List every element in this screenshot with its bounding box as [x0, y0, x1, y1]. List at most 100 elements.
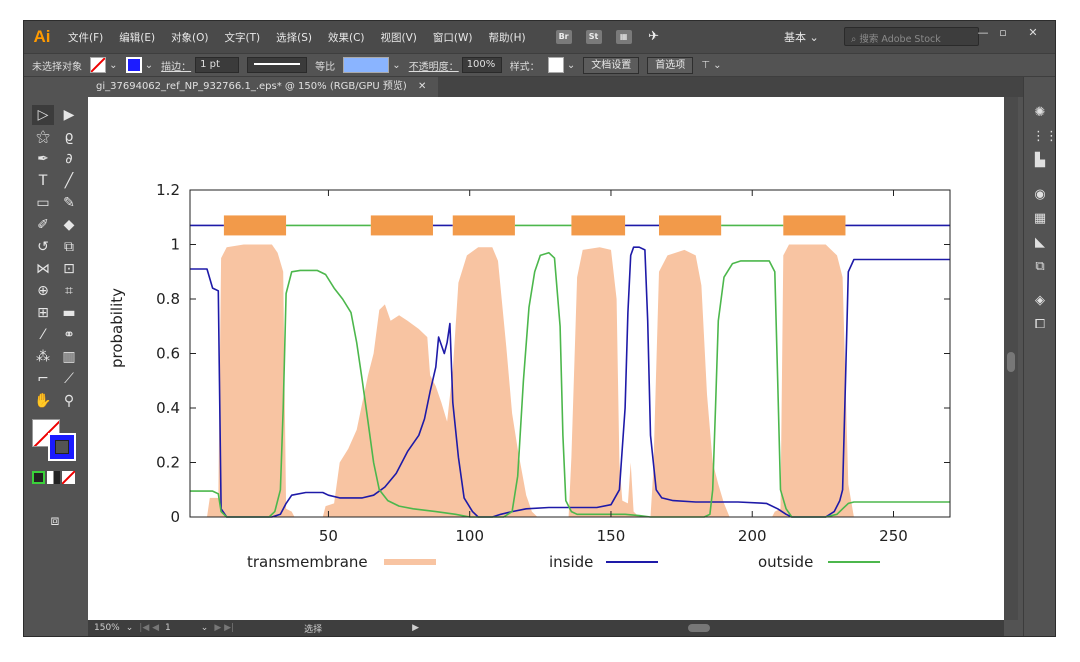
close-tab-icon[interactable]: ✕: [418, 81, 426, 92]
scale-tool-icon[interactable]: ⧉: [58, 237, 80, 257]
shaper-tool-icon[interactable]: ✐: [32, 215, 54, 235]
illustrator-window: Ai 文件(F) 编辑(E) 对象(O) 文字(T) 选择(S) 效果(C) 视…: [23, 20, 1056, 637]
variable-width-dropdown[interactable]: [247, 57, 308, 73]
stock-icon[interactable]: St: [585, 30, 602, 44]
first-artboard-icon[interactable]: |◀ ◀: [139, 623, 159, 633]
topology-segment-11: [783, 215, 846, 236]
transform-panel-icon[interactable]: ⧉: [1032, 259, 1048, 275]
preferences-button[interactable]: 首选项: [647, 56, 694, 74]
stock-search-input[interactable]: ⌕ 搜索 Adobe Stock: [844, 27, 979, 46]
brushes-panel-icon[interactable]: ▦: [1032, 211, 1048, 227]
mesh-tool-icon[interactable]: ⊞: [32, 303, 54, 323]
zoom-dropdown-icon[interactable]: ⌄: [126, 623, 134, 633]
eraser-tool-icon[interactable]: ◆: [58, 215, 80, 235]
x-tick-label-1: 100: [455, 527, 484, 545]
blend-tool-icon[interactable]: ⚭: [58, 325, 80, 345]
rectangle-tool-icon[interactable]: ▭: [32, 193, 54, 213]
menu-file[interactable]: 文件(F): [60, 30, 111, 45]
status-menu-icon[interactable]: ▶: [412, 623, 419, 633]
stroke-swatch[interactable]: ⌄: [125, 57, 153, 73]
x-tick-label-2: 150: [597, 527, 626, 545]
brush-style-swatches[interactable]: ⌄: [343, 57, 401, 73]
y-axis-label: probability: [108, 288, 126, 368]
workspace-switcher[interactable]: 基本 ⌄: [784, 29, 819, 45]
selection-tool-icon[interactable]: ▷: [32, 105, 54, 125]
menu-object[interactable]: 对象(O): [163, 30, 216, 45]
menu-type[interactable]: 文字(T): [217, 30, 269, 45]
gpu-performance-icon[interactable]: ✈: [646, 30, 662, 44]
slice-tool-icon[interactable]: ⟋: [58, 369, 80, 389]
appearance-panel-icon[interactable]: ◣: [1032, 235, 1048, 251]
paintbrush-tool-icon[interactable]: ✎: [58, 193, 80, 213]
y-tick-label-4: 0.8: [156, 290, 180, 308]
plot-area: 0 0.2 0.4 0.6 0.8 1 1.2 50 100 150 200 250: [156, 181, 951, 545]
document-tab[interactable]: gi_37694062_ref_NP_932766.1_.eps* @ 150%…: [88, 77, 439, 97]
menu-edit[interactable]: 编辑(E): [111, 30, 163, 45]
document-setup-button[interactable]: 文档设置: [583, 56, 640, 74]
menu-view[interactable]: 视图(V): [373, 30, 425, 45]
y-tick-label-0: 0: [170, 508, 180, 526]
artboard-number[interactable]: 1: [165, 623, 171, 633]
menu-effect[interactable]: 效果(C): [320, 30, 373, 45]
curvature-tool-icon[interactable]: ∂: [58, 149, 80, 169]
lasso-tool-icon[interactable]: ϱ: [58, 127, 80, 147]
vertical-scrollbar-thumb[interactable]: [1007, 352, 1015, 372]
perspective-grid-tool-icon[interactable]: ⌗: [58, 281, 80, 301]
layers-panel-icon[interactable]: ◈: [1032, 293, 1048, 309]
artboard-tool-icon[interactable]: ⌐: [32, 369, 54, 389]
column-graph-tool-icon[interactable]: ▥: [58, 347, 80, 367]
symbol-sprayer-tool-icon[interactable]: ⁂: [32, 347, 54, 367]
free-transform-tool-icon[interactable]: ⊡: [58, 259, 80, 279]
artboard-dropdown-icon[interactable]: ⌄: [201, 623, 209, 633]
ai-logo: Ai: [33, 27, 51, 46]
chart-legend: transmembrane inside outside: [247, 553, 880, 571]
color-panel-icon[interactable]: ✺: [1032, 105, 1048, 121]
legend-label-inside: inside: [549, 553, 593, 571]
color-guide-panel-icon[interactable]: ◉: [1032, 187, 1048, 203]
panel-dock: ✺ ⋮⋮ ▙ ◉ ▦ ◣ ⧉ ◈ ⧠: [1023, 77, 1055, 636]
eyedropper-tool-icon[interactable]: ⁄: [32, 325, 54, 345]
zoom-tool-icon[interactable]: ⚲: [58, 391, 80, 411]
swatches-panel-icon[interactable]: ⋮⋮: [1032, 129, 1055, 145]
hand-tool-icon[interactable]: ✋: [32, 391, 54, 411]
direct-selection-tool-icon[interactable]: ▶: [58, 105, 80, 125]
vertical-scrollbar[interactable]: [1004, 97, 1018, 620]
gradient-tool-icon[interactable]: ▬: [58, 303, 80, 323]
y-tick-label-5: 1: [170, 236, 180, 254]
line-tool-icon[interactable]: ╱: [58, 171, 80, 191]
style-label: 样式：: [509, 61, 540, 73]
screen-mode-icon[interactable]: ⧈: [44, 511, 66, 531]
opacity-field[interactable]: 100%: [461, 57, 502, 73]
bridge-icon[interactable]: Br: [555, 30, 572, 44]
horizontal-scrollbar[interactable]: [423, 623, 963, 633]
menu-help[interactable]: 帮助(H): [481, 30, 534, 45]
brush-profile-label[interactable]: 等比: [315, 58, 335, 73]
arrange-documents-icon[interactable]: ▦: [615, 30, 632, 44]
pen-tool-icon[interactable]: ✒: [32, 149, 54, 169]
align-panel-icon[interactable]: ▙: [1032, 153, 1048, 169]
fill-stroke-widget[interactable]: [32, 419, 76, 463]
y-tick-label-1: 0.2: [156, 454, 180, 472]
magic-wand-tool-icon[interactable]: ⚝: [32, 127, 54, 147]
style-swatch[interactable]: ⌄: [547, 57, 575, 73]
stock-search-placeholder: 搜索 Adobe Stock: [859, 34, 941, 45]
type-tool-icon[interactable]: T: [32, 171, 54, 191]
artboard-canvas[interactable]: 0 0.2 0.4 0.6 0.8 1 1.2 50 100 150 200 250 probabil…: [88, 97, 1004, 620]
draw-modes[interactable]: [32, 470, 82, 485]
stroke-weight-field[interactable]: 1 pt: [195, 57, 240, 73]
legend-label-outside: outside: [758, 553, 813, 571]
rotate-tool-icon[interactable]: ↺: [32, 237, 54, 257]
zoom-level[interactable]: 150%: [94, 623, 120, 633]
artboards-panel-icon[interactable]: ⧠: [1032, 317, 1048, 333]
align-options-icon[interactable]: ⊤ ⌄: [701, 60, 721, 71]
menu-select[interactable]: 选择(S): [268, 30, 320, 45]
shape-builder-tool-icon[interactable]: ⊕: [32, 281, 54, 301]
close-window-icon[interactable]: ✕: [1020, 24, 1046, 42]
maximize-icon[interactable]: ▫: [990, 24, 1016, 42]
legend-label-transmembrane: transmembrane: [247, 553, 368, 571]
last-artboard-icon[interactable]: ▶ ▶|: [214, 623, 234, 633]
fill-swatch[interactable]: ⌄: [90, 57, 118, 73]
menu-window[interactable]: 窗口(W): [425, 30, 481, 45]
horizontal-scrollbar-thumb[interactable]: [688, 624, 710, 632]
width-tool-icon[interactable]: ⋈: [32, 259, 54, 279]
